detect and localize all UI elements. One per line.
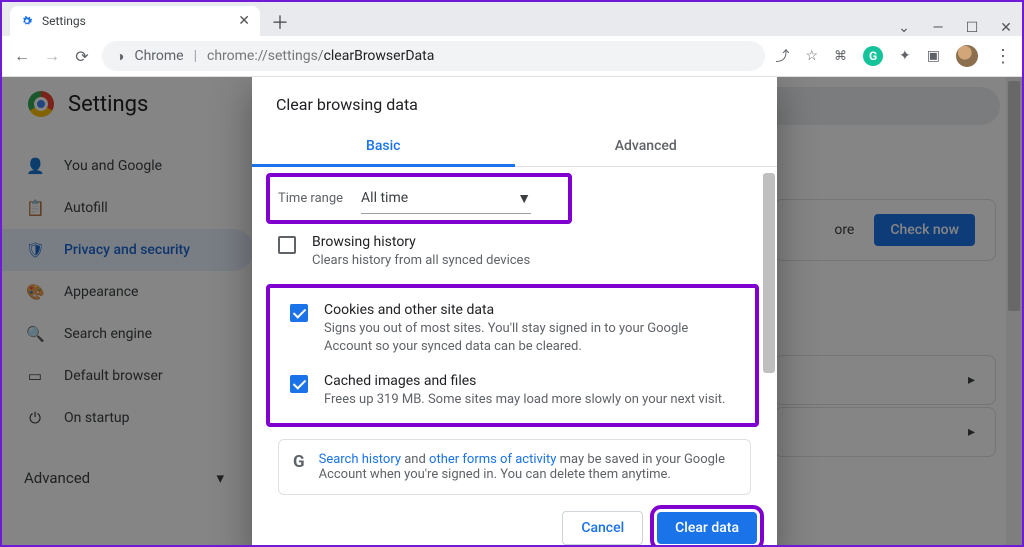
time-range-label: Time range: [278, 191, 343, 206]
option-desc: Signs you out of most sites. You'll stay…: [324, 320, 735, 356]
option-browsing-history[interactable]: Browsing history Clears history from all…: [262, 224, 767, 276]
share-icon[interactable]: ⤴: [775, 46, 789, 66]
dialog-tabs: Basic Advanced: [252, 126, 777, 167]
chrome-chip-icon: ◑: [116, 48, 124, 65]
dialog-body: Time range All time ▼ Browsing history C…: [252, 167, 777, 495]
forward-button[interactable]: →: [42, 46, 62, 66]
search-history-link[interactable]: Search history: [319, 452, 401, 467]
minimize-icon[interactable]: —: [930, 20, 946, 36]
chrome-chip: Chrome: [134, 48, 183, 64]
clear-data-button[interactable]: Clear data: [657, 512, 757, 544]
clear-browsing-data-dialog: Clear browsing data Basic Advanced Time …: [252, 77, 777, 545]
google-account-info: G Search history and other forms of acti…: [278, 439, 751, 495]
content-area: Settings 👤 You and Google 📋 Autofill 🛡 P…: [2, 77, 1022, 545]
google-logo-icon: G: [293, 452, 305, 472]
option-desc: Clears history from all synced devices: [312, 252, 530, 270]
tab-basic[interactable]: Basic: [252, 126, 515, 166]
profile-avatar[interactable]: [956, 45, 978, 67]
time-range-select[interactable]: All time ▼: [361, 183, 531, 214]
address-bar[interactable]: ◑ Chrome | chrome://settings/clearBrowse…: [102, 41, 765, 71]
option-cookies[interactable]: Cookies and other site data Signs you ou…: [274, 292, 751, 362]
dialog-title: Clear browsing data: [252, 77, 777, 126]
checkbox-cache[interactable]: [290, 375, 308, 393]
new-tab-button[interactable]: ＋: [266, 8, 294, 36]
option-cache[interactable]: Cached images and files Frees up 319 MB.…: [274, 363, 751, 415]
scroll-thumb[interactable]: [763, 173, 775, 373]
chevron-down-icon[interactable]: ⌄: [896, 20, 912, 36]
dialog-actions: Cancel Clear data: [252, 495, 777, 545]
window-controls: ⌄ — ☐ ✕: [896, 20, 1014, 36]
option-title: Cookies and other site data: [324, 302, 735, 318]
omnibox-separator: |: [194, 48, 197, 64]
omnibox-url: chrome://settings/clearBrowserData: [207, 48, 434, 64]
time-range-value: All time: [361, 190, 408, 206]
tab-title: Settings: [42, 14, 230, 28]
dropdown-icon: ▼: [517, 190, 531, 207]
time-range-highlight: Time range All time ▼: [266, 173, 572, 224]
checkbox-history[interactable]: [278, 236, 296, 254]
extensions-puzzle-icon[interactable]: ✦: [899, 48, 911, 64]
other-activity-link[interactable]: other forms of activity: [429, 452, 556, 467]
browser-tab-settings[interactable]: Settings ✕: [10, 6, 260, 36]
option-desc: Frees up 319 MB. Some sites may load mor…: [324, 391, 725, 409]
grammarly-icon[interactable]: G: [863, 46, 883, 66]
dialog-scrollbar[interactable]: [761, 173, 777, 495]
maximize-icon[interactable]: ☐: [964, 20, 980, 36]
close-window-icon[interactable]: ✕: [998, 20, 1014, 36]
reload-button[interactable]: ⟳: [72, 47, 92, 66]
option-title: Cached images and files: [324, 373, 725, 389]
extension-icon[interactable]: ⌘: [834, 49, 847, 64]
options-highlight: Cookies and other site data Signs you ou…: [266, 284, 759, 427]
sidepanel-icon[interactable]: ▣: [927, 48, 940, 64]
gear-icon: [20, 14, 34, 28]
option-title: Browsing history: [312, 234, 530, 250]
bookmark-icon[interactable]: ☆: [805, 48, 818, 64]
tab-strip: Settings ✕ ＋ ⌄ — ☐ ✕: [2, 2, 1022, 36]
menu-icon[interactable]: ⋮: [994, 46, 1012, 67]
back-button[interactable]: ←: [12, 46, 32, 66]
tab-advanced[interactable]: Advanced: [515, 126, 778, 166]
cancel-button[interactable]: Cancel: [562, 511, 643, 545]
toolbar: ← → ⟳ ◑ Chrome | chrome://settings/clear…: [2, 36, 1022, 77]
close-tab-icon[interactable]: ✕: [238, 13, 250, 29]
checkbox-cookies[interactable]: [290, 304, 308, 322]
google-info-text: Search history and other forms of activi…: [319, 452, 736, 482]
